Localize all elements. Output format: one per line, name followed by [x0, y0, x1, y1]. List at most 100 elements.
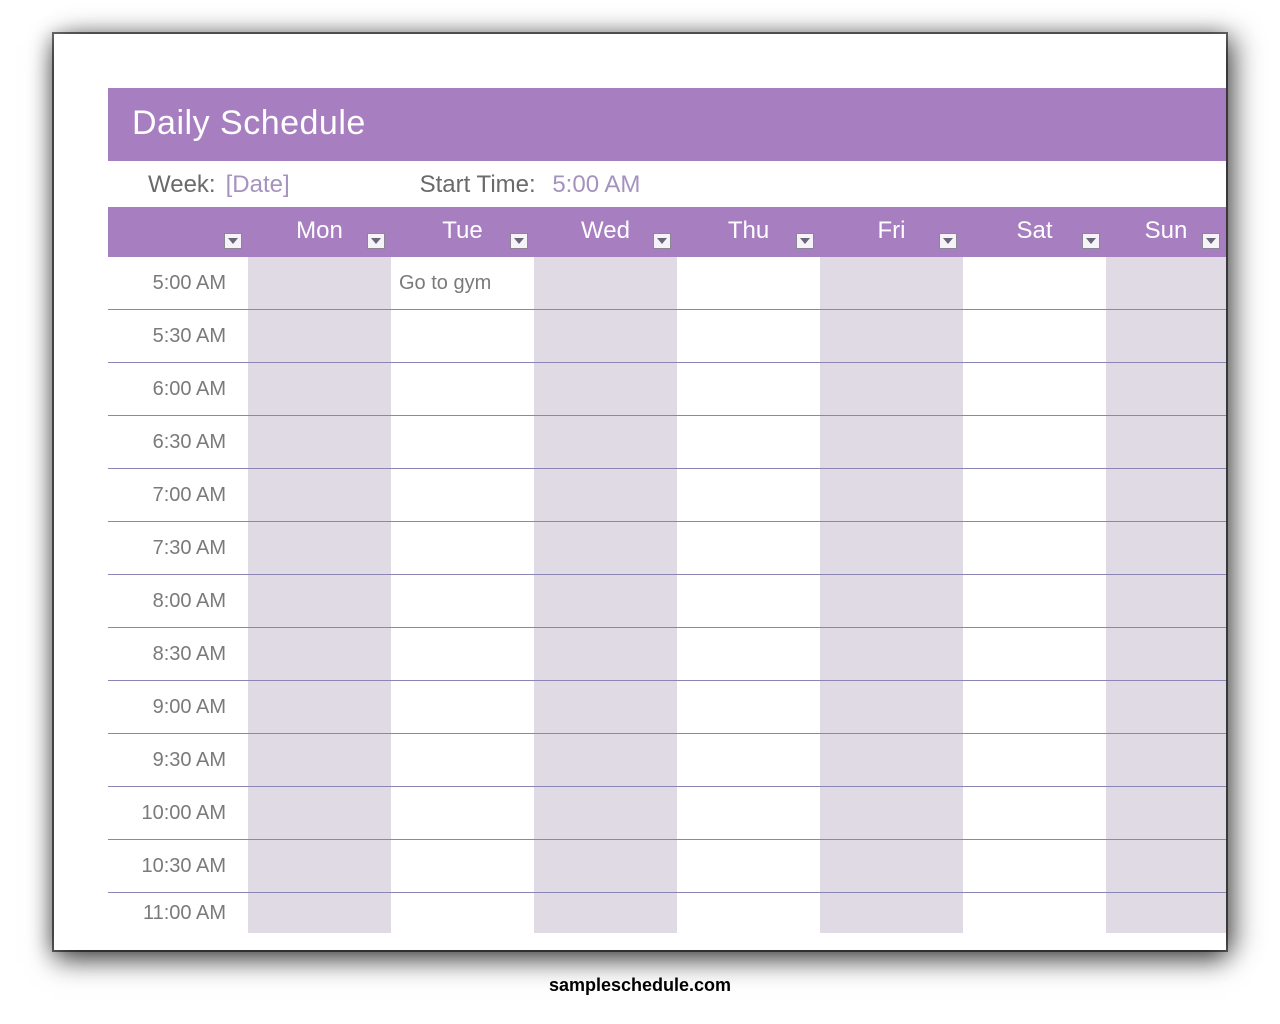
schedule-cell[interactable] [248, 734, 391, 787]
schedule-cell[interactable] [963, 628, 1106, 681]
schedule-cell[interactable] [248, 575, 391, 628]
filter-dropdown-icon[interactable] [224, 233, 242, 249]
schedule-cell[interactable] [820, 257, 963, 310]
schedule-cell[interactable] [963, 310, 1106, 363]
schedule-cell[interactable] [820, 734, 963, 787]
week-value[interactable]: [Date] [226, 171, 290, 199]
schedule-cell[interactable] [1106, 840, 1226, 893]
schedule-cell[interactable] [1106, 681, 1226, 734]
schedule-cell[interactable]: Go to gym [391, 257, 534, 310]
schedule-cell[interactable] [963, 893, 1106, 934]
schedule-cell[interactable] [820, 575, 963, 628]
schedule-cell[interactable] [820, 681, 963, 734]
schedule-cell[interactable] [534, 681, 677, 734]
schedule-cell[interactable] [677, 310, 820, 363]
schedule-cell[interactable] [963, 681, 1106, 734]
column-header-sat[interactable]: Sat [963, 207, 1106, 257]
schedule-cell[interactable] [1106, 575, 1226, 628]
schedule-cell[interactable] [1106, 734, 1226, 787]
schedule-cell[interactable] [248, 363, 391, 416]
schedule-cell[interactable] [677, 681, 820, 734]
schedule-cell[interactable] [248, 310, 391, 363]
schedule-cell[interactable] [677, 363, 820, 416]
schedule-cell[interactable] [534, 734, 677, 787]
schedule-cell[interactable] [963, 840, 1106, 893]
schedule-cell[interactable] [820, 893, 963, 934]
schedule-cell[interactable] [677, 787, 820, 840]
schedule-cell[interactable] [963, 257, 1106, 310]
schedule-cell[interactable] [534, 628, 677, 681]
schedule-cell[interactable] [391, 469, 534, 522]
schedule-cell[interactable] [820, 416, 963, 469]
schedule-cell[interactable] [391, 416, 534, 469]
schedule-cell[interactable] [391, 787, 534, 840]
schedule-cell[interactable] [820, 628, 963, 681]
column-header-thu[interactable]: Thu [677, 207, 820, 257]
schedule-cell[interactable] [1106, 363, 1226, 416]
column-header-mon[interactable]: Mon [248, 207, 391, 257]
schedule-cell[interactable] [391, 363, 534, 416]
schedule-cell[interactable] [677, 840, 820, 893]
schedule-cell[interactable] [677, 416, 820, 469]
schedule-cell[interactable] [677, 628, 820, 681]
schedule-cell[interactable] [534, 840, 677, 893]
column-header-sun[interactable]: Sun [1106, 207, 1226, 257]
schedule-cell[interactable] [677, 893, 820, 934]
schedule-cell[interactable] [963, 734, 1106, 787]
schedule-cell[interactable] [248, 416, 391, 469]
schedule-cell[interactable] [534, 310, 677, 363]
schedule-cell[interactable] [248, 628, 391, 681]
filter-dropdown-icon[interactable] [1082, 233, 1100, 249]
schedule-cell[interactable] [248, 787, 391, 840]
schedule-cell[interactable] [820, 310, 963, 363]
schedule-cell[interactable] [677, 257, 820, 310]
schedule-cell[interactable] [391, 522, 534, 575]
schedule-cell[interactable] [248, 840, 391, 893]
schedule-cell[interactable] [391, 310, 534, 363]
schedule-cell[interactable] [391, 840, 534, 893]
schedule-cell[interactable] [677, 522, 820, 575]
schedule-cell[interactable] [1106, 628, 1226, 681]
schedule-cell[interactable] [391, 681, 534, 734]
schedule-cell[interactable] [963, 363, 1106, 416]
schedule-cell[interactable] [1106, 310, 1226, 363]
schedule-cell[interactable] [1106, 416, 1226, 469]
schedule-cell[interactable] [534, 257, 677, 310]
schedule-cell[interactable] [534, 522, 677, 575]
filter-dropdown-icon[interactable] [1202, 233, 1220, 249]
schedule-cell[interactable] [1106, 893, 1226, 934]
schedule-cell[interactable] [677, 469, 820, 522]
schedule-cell[interactable] [820, 787, 963, 840]
schedule-cell[interactable] [677, 734, 820, 787]
schedule-cell[interactable] [1106, 257, 1226, 310]
column-header-time[interactable] [108, 207, 248, 257]
schedule-cell[interactable] [248, 469, 391, 522]
schedule-cell[interactable] [820, 469, 963, 522]
schedule-cell[interactable] [534, 469, 677, 522]
schedule-cell[interactable] [963, 416, 1106, 469]
filter-dropdown-icon[interactable] [510, 233, 528, 249]
schedule-cell[interactable] [391, 575, 534, 628]
schedule-cell[interactable] [820, 522, 963, 575]
schedule-cell[interactable] [820, 840, 963, 893]
schedule-cell[interactable] [534, 787, 677, 840]
schedule-cell[interactable] [820, 363, 963, 416]
filter-dropdown-icon[interactable] [796, 233, 814, 249]
column-header-tue[interactable]: Tue [391, 207, 534, 257]
schedule-cell[interactable] [534, 416, 677, 469]
schedule-cell[interactable] [534, 575, 677, 628]
filter-dropdown-icon[interactable] [653, 233, 671, 249]
schedule-cell[interactable] [534, 893, 677, 934]
schedule-cell[interactable] [248, 257, 391, 310]
schedule-cell[interactable] [963, 522, 1106, 575]
filter-dropdown-icon[interactable] [939, 233, 957, 249]
schedule-cell[interactable] [963, 575, 1106, 628]
schedule-cell[interactable] [963, 787, 1106, 840]
column-header-fri[interactable]: Fri [820, 207, 963, 257]
schedule-cell[interactable] [963, 469, 1106, 522]
schedule-cell[interactable] [391, 628, 534, 681]
filter-dropdown-icon[interactable] [367, 233, 385, 249]
schedule-cell[interactable] [1106, 469, 1226, 522]
schedule-cell[interactable] [248, 893, 391, 934]
schedule-cell[interactable] [677, 575, 820, 628]
